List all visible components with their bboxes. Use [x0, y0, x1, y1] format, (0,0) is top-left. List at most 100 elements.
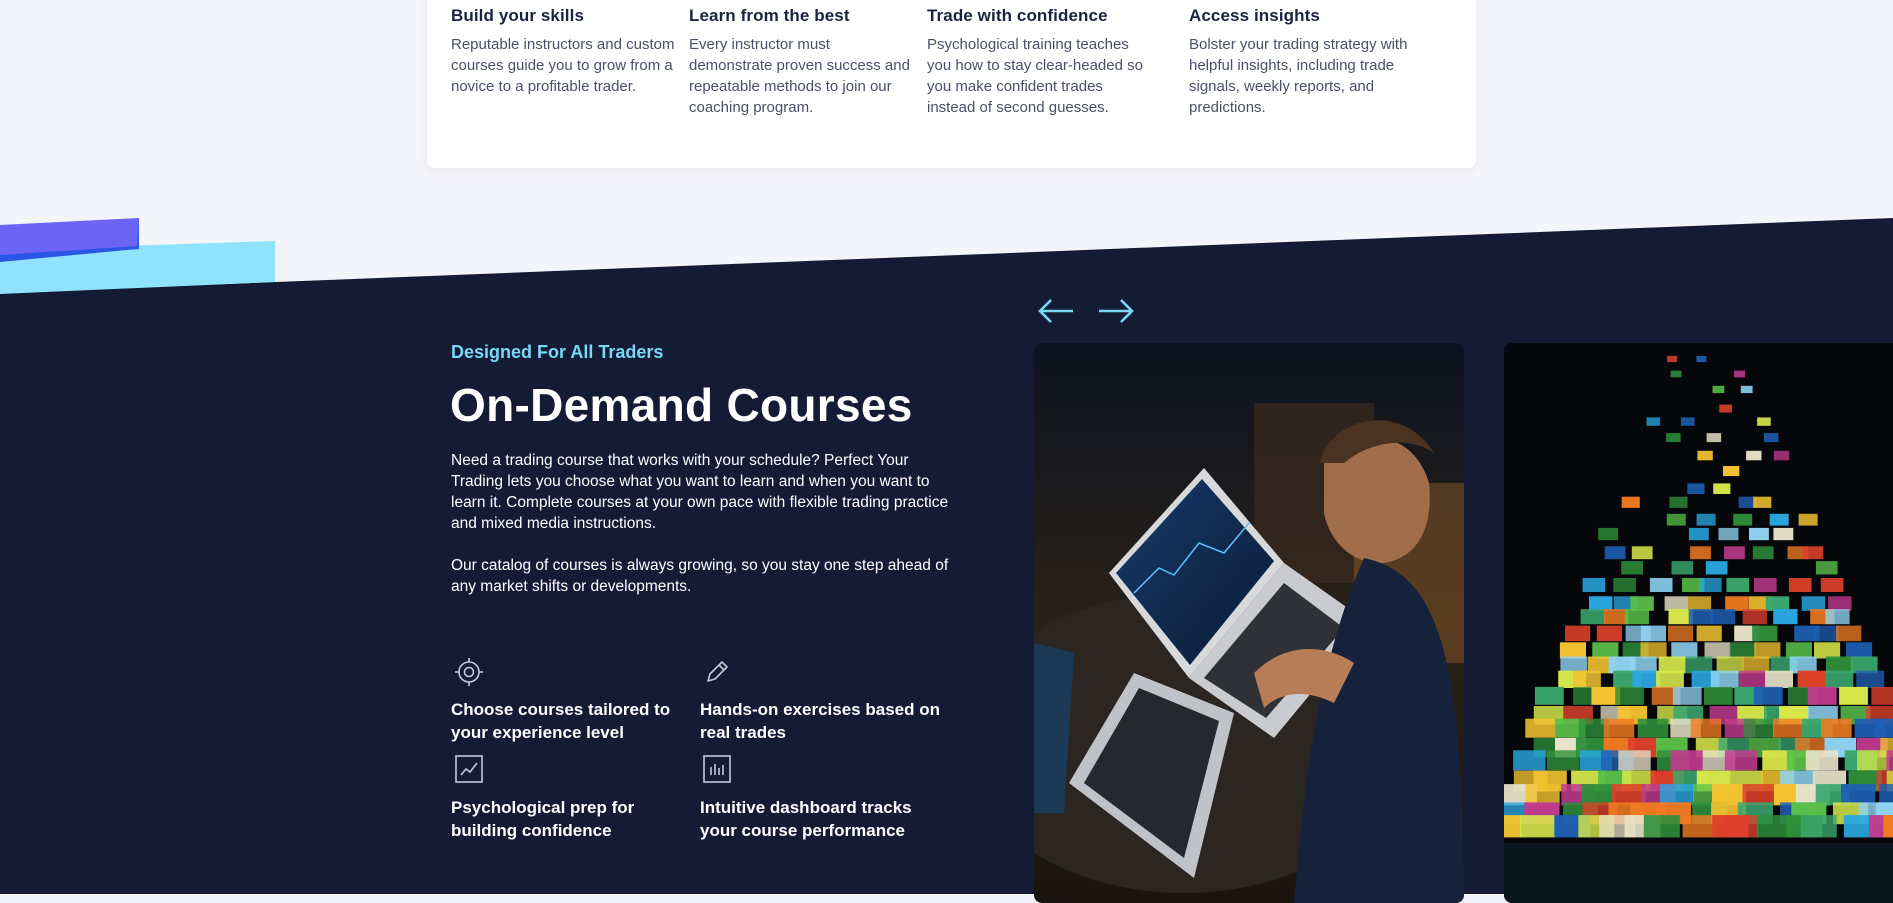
video-tile: [1525, 784, 1560, 806]
video-tile: [1754, 642, 1781, 659]
video-tile: [1704, 642, 1731, 659]
video-tile: [1581, 784, 1616, 806]
video-tile: [1752, 546, 1774, 560]
video-tile: [1611, 784, 1646, 806]
video-tile: [1753, 686, 1783, 705]
video-tile: [1788, 578, 1812, 592]
video-tile: [1580, 609, 1605, 625]
video-tile: [1856, 670, 1885, 688]
video-tile: [1757, 417, 1771, 426]
video-tile: [1825, 609, 1850, 625]
video-tile: [1807, 686, 1837, 705]
video-tile: [1656, 670, 1684, 688]
video-tile: [1738, 670, 1767, 688]
video-tile: [1519, 815, 1556, 838]
video-wall-photo: [1504, 343, 1893, 903]
video-tile: [1825, 670, 1854, 688]
video-tile: [1667, 355, 1678, 363]
video-tile: [1763, 433, 1779, 443]
video-tile: [1637, 718, 1669, 738]
video-tile: [1710, 670, 1739, 688]
video-tile: [1666, 433, 1681, 443]
video-tile: [1603, 718, 1635, 738]
arrow-right-icon[interactable]: [1097, 296, 1135, 326]
video-tile: [1604, 546, 1626, 560]
video-tile: [1719, 404, 1732, 413]
video-tile: [1646, 417, 1661, 426]
video-tile: [1713, 483, 1731, 494]
video-tile: [1815, 561, 1838, 575]
video-tile: [1765, 596, 1790, 611]
video-tile: [1846, 642, 1873, 659]
video-tile: [1671, 561, 1694, 575]
video-tile: [1670, 370, 1682, 378]
video-tile: [1797, 670, 1826, 688]
video-tile: [1769, 513, 1789, 526]
video-tile: [1883, 815, 1893, 838]
video-tile: [1722, 815, 1759, 838]
video-tile: [1874, 718, 1893, 738]
video-tile: [1743, 718, 1775, 738]
video-tile: [1696, 513, 1716, 526]
video-tile: [1546, 750, 1580, 771]
video-tile: [1801, 596, 1826, 611]
video-tile: [1725, 596, 1749, 611]
video-tile: [1659, 784, 1695, 806]
video-tile: [1672, 686, 1702, 705]
video-tile: [1582, 578, 1606, 592]
video-tile: [1724, 546, 1745, 560]
video-tile: [1671, 642, 1698, 659]
video-tile: [1752, 625, 1778, 642]
video-tile: [1749, 527, 1769, 541]
video-tile: [1718, 527, 1739, 541]
video-tile: [1690, 546, 1711, 560]
video-tile: [1814, 642, 1841, 659]
video-tile: [1712, 385, 1725, 394]
video-tile: [1723, 466, 1740, 477]
video-tile: [1742, 784, 1777, 806]
target-icon: [455, 658, 483, 686]
video-tile: [1712, 784, 1747, 806]
video-tile: [1592, 642, 1619, 659]
video-tile: [1785, 642, 1812, 659]
slide-trader-laptop[interactable]: [1034, 343, 1464, 903]
video-tile: [1603, 609, 1629, 625]
video-tile: [1668, 625, 1694, 642]
video-tile: [1697, 450, 1713, 461]
video-tile: [1828, 596, 1852, 611]
video-tile: [1664, 596, 1688, 611]
video-tile: [1621, 496, 1640, 508]
video-tile: [1871, 686, 1893, 705]
video-tile: [1798, 513, 1818, 526]
arrow-left-icon[interactable]: [1037, 296, 1075, 326]
benefit-psychological-prep: Psychological prep for building confiden…: [451, 798, 635, 840]
video-tile: [1640, 642, 1667, 659]
video-tile: [1754, 578, 1777, 592]
video-tile: [1670, 750, 1703, 771]
video-tile: [1598, 527, 1619, 541]
video-tile: [1703, 686, 1733, 705]
video-tile: [1836, 625, 1862, 642]
section-eyebrow: Designed For All Traders: [451, 342, 664, 362]
video-tile: [1772, 718, 1804, 738]
video-tile: [1525, 718, 1556, 738]
video-tile: [1696, 625, 1722, 642]
video-tile: [1613, 578, 1636, 592]
video-tile: [1589, 596, 1613, 611]
video-tile: [1740, 385, 1753, 394]
section-paragraph: Our catalog of courses is always growing…: [451, 557, 949, 595]
video-tile: [1573, 670, 1601, 688]
video-tile: [1690, 718, 1722, 738]
video-tile: [1773, 609, 1798, 625]
video-tile: [1699, 578, 1722, 592]
video-tile: [1559, 642, 1586, 659]
video-tile: [1879, 784, 1893, 806]
video-tile: [1733, 513, 1753, 526]
video-tile: [1839, 686, 1868, 705]
line-chart-icon: [455, 755, 483, 783]
slide-video-wall[interactable]: [1504, 343, 1893, 903]
bar-chart-icon: [703, 755, 731, 783]
section-title: On-Demand Courses: [450, 379, 913, 431]
video-tile: [1706, 433, 1722, 443]
video-tile: [1710, 609, 1736, 625]
